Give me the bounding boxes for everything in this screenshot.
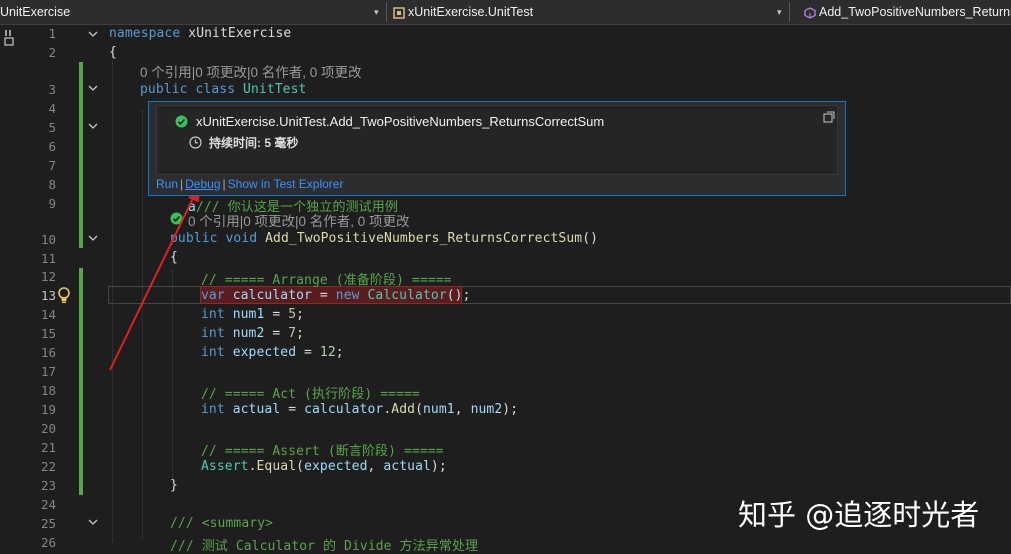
collapse-icon[interactable] <box>87 82 99 94</box>
debug-link[interactable]: Debug <box>185 177 220 191</box>
line-number: 2 <box>48 45 56 60</box>
line-number: 22 <box>40 459 56 474</box>
collapse-icon[interactable] <box>87 120 99 132</box>
lightbulb-icon[interactable] <box>57 286 71 304</box>
chevron-down-icon[interactable]: ▾ <box>777 0 782 24</box>
popup-actions: Run | Debug | Show in Test Explorer <box>156 177 344 191</box>
code-line[interactable]: Assert.Equal(expected, actual); <box>201 459 447 474</box>
code-line[interactable]: int num1 = 5; <box>201 307 304 322</box>
change-indicator <box>79 268 83 495</box>
code-line[interactable]: public void Add_TwoPositiveNumbers_Retur… <box>170 231 598 246</box>
code-line[interactable]: public class UnitTest <box>140 82 306 97</box>
line-number: 15 <box>40 326 56 341</box>
pin-window-icon[interactable] <box>823 111 835 123</box>
class-label: xUnitExercise.UnitTest <box>408 5 534 19</box>
code-line[interactable]: int num2 = 7; <box>201 326 304 341</box>
line-number: 23 <box>40 478 56 493</box>
project-dropdown[interactable]: UnitExercise <box>0 0 380 24</box>
codelens-references[interactable]: 0 个引用|0 项更改|0 名作者, 0 项更改 <box>188 210 410 230</box>
line-number: 21 <box>40 440 56 455</box>
watermark: 知乎 @追逐时光者 <box>738 498 980 532</box>
collapse-icon[interactable] <box>87 232 99 244</box>
class-icon <box>393 6 405 19</box>
test-result-popup: xUnitExercise.UnitTest.Add_TwoPositiveNu… <box>148 101 846 196</box>
line-number: 25 <box>40 516 56 531</box>
line-number: 14 <box>40 307 56 322</box>
collapse-icon[interactable] <box>87 28 99 40</box>
class-dropdown[interactable]: xUnitExercise.UnitTest <box>393 0 783 24</box>
margin-glyph-icon <box>4 30 14 46</box>
clock-icon <box>189 136 202 149</box>
line-number: 11 <box>40 251 56 266</box>
code-line[interactable]: int expected = 12; <box>201 345 344 360</box>
collapse-icon[interactable] <box>87 516 99 528</box>
run-link[interactable]: Run <box>156 177 178 191</box>
line-number: 10 <box>40 232 56 247</box>
line-number: 6 <box>48 139 56 154</box>
line-number: 18 <box>40 383 56 398</box>
line-number: 5 <box>48 120 56 135</box>
line-number: 4 <box>48 101 56 116</box>
show-in-test-explorer-link[interactable]: Show in Test Explorer <box>228 177 344 191</box>
code-line[interactable]: namespace xUnitExercise <box>109 26 291 41</box>
project-label: UnitExercise <box>0 5 71 19</box>
line-number: 16 <box>40 345 56 360</box>
navigation-bar: UnitExercise ▾ xUnitExercise.UnitTest ▾ … <box>0 0 1011 25</box>
test-name: xUnitExercise.UnitTest.Add_TwoPositiveNu… <box>196 114 605 129</box>
test-duration: 持续时间: 5 毫秒 <box>209 136 299 150</box>
code-line[interactable]: /// <summary> <box>170 516 273 531</box>
method-cube-icon <box>804 6 816 19</box>
code-line[interactable]: // ===== Act (执行阶段) ===== <box>201 383 420 402</box>
code-line[interactable]: // ===== Arrange (准备阶段) ===== <box>201 269 452 288</box>
line-number: 19 <box>40 402 56 417</box>
chevron-down-icon[interactable]: ▾ <box>374 0 379 24</box>
code-line[interactable]: { <box>109 45 117 60</box>
line-number: 17 <box>40 364 56 379</box>
code-line[interactable]: } <box>170 478 178 493</box>
code-line[interactable]: // ===== Assert (断言阶段) ===== <box>201 440 444 459</box>
line-number: 20 <box>40 421 56 436</box>
codelens-references[interactable]: 0 个引用|0 项更改|0 名作者, 0 项更改 <box>140 61 362 81</box>
test-passed-icon <box>175 115 188 128</box>
line-number: 9 <box>48 196 56 211</box>
line-number: 1 <box>48 26 56 41</box>
change-indicator <box>79 62 83 248</box>
code-line[interactable]: /// 测试 Calculator 的 Divide 方法异常处理 <box>170 535 478 554</box>
line-number: 7 <box>48 158 56 173</box>
code-line[interactable]: var calculator = new Calculator(); <box>201 288 471 303</box>
line-number: 26 <box>40 535 56 550</box>
code-line[interactable]: int actual = calculator.Add(num1, num2); <box>201 402 518 417</box>
line-number: 13 <box>40 288 56 303</box>
line-number: 3 <box>48 82 56 97</box>
member-label: Add_TwoPositiveNumbers_ReturnsCorrectSum <box>819 5 1011 19</box>
annotation-arrow-icon <box>109 184 200 371</box>
line-number: 8 <box>48 177 56 192</box>
line-number: 24 <box>40 497 56 512</box>
member-dropdown[interactable]: Add_TwoPositiveNumbers_ReturnsCorrectSum <box>804 0 1011 24</box>
line-number: 12 <box>40 269 56 284</box>
